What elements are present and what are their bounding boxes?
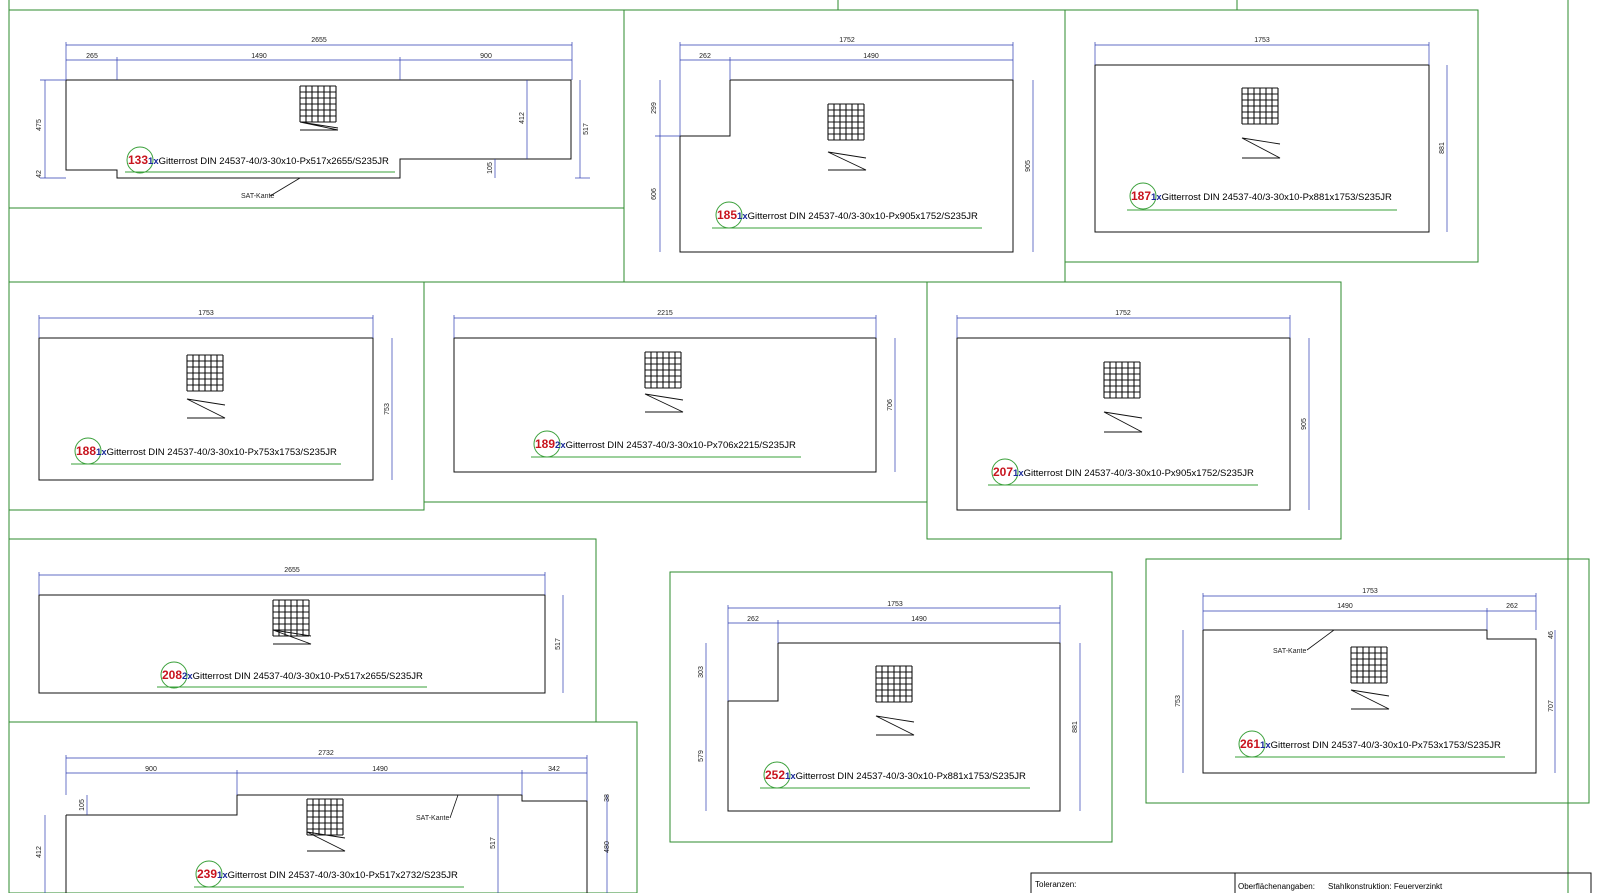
frame-185 [623, 9, 1066, 283]
dim-133-height: 517 [583, 123, 590, 135]
sat-label-261: SAT-Kante [1273, 648, 1306, 655]
title-block: Toleranzen: Oberflächenangaben: Stahlkon… [1030, 872, 1592, 893]
surface-value: Stahlkonstruktion: Feuerverzinkt [1328, 882, 1443, 891]
frame-252 [669, 571, 1113, 843]
dim-188-total: 1753 [198, 310, 214, 317]
dim-185-total: 1752 [839, 37, 855, 44]
dim-133-left-step: 42 [36, 170, 43, 178]
part-label-189: 1892xGitterrost DIN 24537-40/3-30x10-Px7… [535, 437, 796, 451]
sat-labels: SAT-Kante SAT-Kante SAT-Kante [241, 193, 1306, 822]
dim-207-total: 1752 [1115, 310, 1131, 317]
dim-239-total: 2732 [318, 750, 334, 757]
dim-185-left-upper: 299 [651, 102, 658, 114]
dim-188-height: 753 [384, 403, 391, 415]
dim-261-right-small: 46 [1548, 631, 1555, 639]
dim-189-total: 2215 [657, 310, 673, 317]
surface-label: Oberflächenangaben: [1238, 882, 1315, 891]
part-label-261: 2611xGitterrost DIN 24537-40/3-30x10-Px7… [1240, 737, 1501, 751]
span-direction-icon [1350, 689, 1390, 710]
dim-252-left-upper: 303 [698, 666, 705, 678]
dim-252-left-lower: 579 [698, 750, 705, 762]
dim-239-seg1: 900 [145, 766, 157, 773]
frame-189 [423, 281, 928, 503]
span-direction-icon [875, 715, 915, 736]
outline-207 [956, 337, 1291, 511]
span-direction-icon [272, 629, 312, 645]
dim-239-seg3: 342 [548, 766, 560, 773]
part-label-239: 2391xGitterrost DIN 24537-40/3-30x10-Px5… [197, 867, 458, 881]
grating-mesh-icon [875, 665, 915, 736]
dim-185-seg2: 1490 [863, 53, 879, 60]
dim-239-left-step: 105 [79, 799, 86, 811]
grating-outlines [38, 64, 1537, 893]
span-direction-icon [299, 121, 339, 131]
dim-187-total: 1753 [1254, 37, 1270, 44]
dim-189-height: 706 [887, 399, 894, 411]
grating-mesh-icon [1350, 646, 1390, 710]
dim-133-right-inner: 412 [519, 112, 526, 124]
grating-mesh-icon [272, 599, 312, 645]
dim-185-left-lower: 606 [651, 188, 658, 200]
dim-252-seg2: 1490 [911, 616, 927, 623]
span-direction-icon [1241, 137, 1281, 159]
frame-187 [1064, 9, 1479, 263]
dim-252-total: 1753 [887, 601, 903, 608]
dim-239-left-main: 412 [36, 846, 43, 858]
drawing-sheet: 2655 265 1490 900 475 42 412 517 105 175… [0, 0, 1600, 893]
part-label-187: 1871xGitterrost DIN 24537-40/3-30x10-Px8… [1131, 189, 1392, 203]
grating-mesh-icon [299, 85, 339, 131]
dim-133-seg2: 1490 [251, 53, 267, 60]
frame-261 [1145, 558, 1590, 804]
span-direction-icon [644, 393, 684, 413]
dim-185-seg1: 262 [699, 53, 711, 60]
part-label-133: 1331xGitterrost DIN 24537-40/3-30x10-Px5… [128, 153, 389, 167]
dim-261-right-main: 707 [1548, 700, 1555, 712]
dim-261-total: 1753 [1362, 588, 1378, 595]
dim-207-height: 905 [1301, 418, 1308, 430]
grating-mesh-icon [186, 354, 226, 419]
dim-239-seg2: 1490 [372, 766, 388, 773]
part-label-185: 1851xGitterrost DIN 24537-40/3-30x10-Px9… [717, 208, 978, 222]
sat-label-239: SAT-Kante [416, 815, 449, 822]
dim-133-seg1: 265 [86, 53, 98, 60]
dim-239-right-main: 480 [604, 841, 611, 853]
part-label-252: 2521xGitterrost DIN 24537-40/3-30x10-Px8… [765, 768, 1026, 782]
dim-252-height: 881 [1072, 721, 1079, 733]
dim-261-seg2: 262 [1506, 603, 1518, 610]
dim-252-seg1: 262 [747, 616, 759, 623]
dim-133-seg3: 900 [480, 53, 492, 60]
dim-239-height: 517 [490, 837, 497, 849]
dim-133-right-small: 105 [487, 162, 494, 174]
part-label-207: 2071xGitterrost DIN 24537-40/3-30x10-Px9… [993, 465, 1254, 479]
grating-mesh-icon [1103, 361, 1143, 433]
dim-208-total: 2655 [284, 567, 300, 574]
dim-239-right-step: 38 [604, 794, 611, 802]
dimension-lines [38, 42, 1556, 893]
dim-185-height: 905 [1025, 160, 1032, 172]
span-direction-icon [1103, 411, 1143, 433]
grating-mesh-icon [827, 103, 867, 171]
dim-187-height: 881 [1439, 142, 1446, 154]
dim-261-height: 753 [1175, 695, 1182, 707]
grating-mesh-icon [1241, 87, 1281, 159]
drawing-canvas: 2655 265 1490 900 475 42 412 517 105 175… [8, 0, 1592, 893]
sat-label-133: SAT-Kante [241, 193, 274, 200]
frame-188 [8, 281, 425, 511]
span-direction-icon [827, 151, 867, 171]
tolerances-label: Toleranzen: [1035, 880, 1076, 889]
dim-261-seg1: 1490 [1337, 603, 1353, 610]
part-label-188: 1881xGitterrost DIN 24537-40/3-30x10-Px7… [76, 444, 337, 458]
part-label-208: 2082xGitterrost DIN 24537-40/3-30x10-Px5… [162, 668, 423, 682]
dim-208-height: 517 [555, 638, 562, 650]
grating-mesh-icon [306, 798, 346, 852]
dim-133-total: 2655 [311, 37, 327, 44]
frame-207 [926, 281, 1342, 540]
span-direction-icon [186, 398, 226, 419]
dim-133-left-main: 475 [36, 119, 43, 131]
frame-239 [8, 721, 638, 893]
grating-mesh-icon [644, 351, 684, 413]
